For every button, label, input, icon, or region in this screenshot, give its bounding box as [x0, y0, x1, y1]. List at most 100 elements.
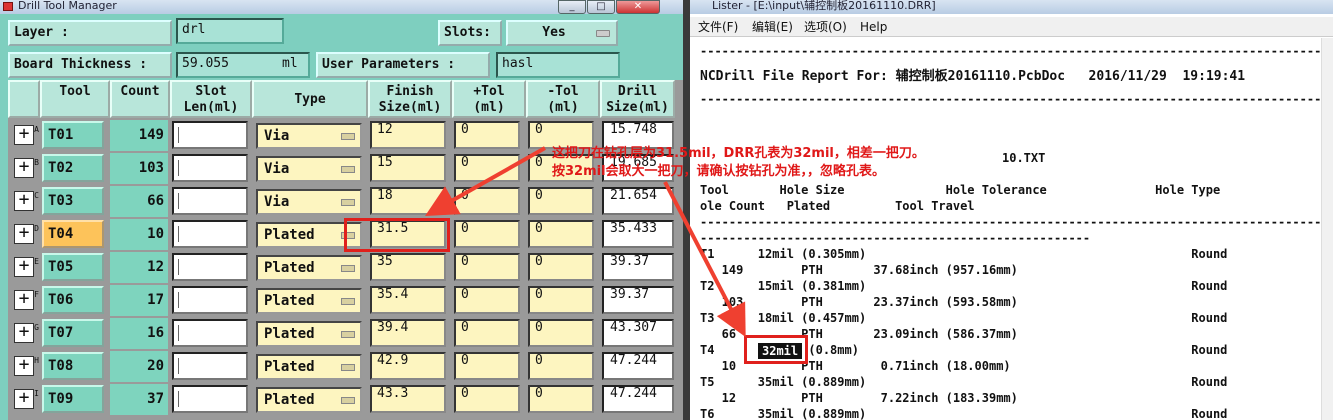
tool-button[interactable]: T05: [42, 253, 104, 281]
slot-length-input[interactable]: [172, 121, 248, 149]
plus-tol-input[interactable]: 0: [454, 220, 520, 248]
type-dropdown[interactable]: Via: [256, 123, 362, 149]
drill-size-field[interactable]: 39.37: [602, 286, 674, 314]
slot-column-header[interactable]: Slot Len(ml): [170, 80, 252, 118]
plus-tol-input[interactable]: 0: [454, 253, 520, 281]
drill-size-field[interactable]: 47.244: [602, 352, 674, 380]
tool-column-header[interactable]: Tool: [40, 80, 110, 118]
highlight-box-lister: [744, 335, 808, 364]
slot-length-input[interactable]: [172, 352, 248, 380]
minus-tol-input[interactable]: 0: [528, 352, 594, 380]
slot-length-input[interactable]: [172, 385, 248, 413]
minus-tol-input[interactable]: 0: [528, 220, 594, 248]
report-entry-line: T2 15mil (0.381mm) Round: [700, 279, 1228, 293]
plus-tol-input[interactable]: 0: [454, 286, 520, 314]
type-value: Via: [264, 194, 290, 210]
tool-button[interactable]: T03: [42, 187, 104, 215]
plus-tol-input[interactable]: 0: [454, 319, 520, 347]
drill-size-field[interactable]: 47.244: [602, 385, 674, 413]
layer-field[interactable]: drl: [176, 18, 284, 44]
minus-tol-input[interactable]: 0: [528, 319, 594, 347]
menu-help[interactable]: Help: [860, 17, 887, 37]
type-dropdown[interactable]: Plated: [256, 288, 362, 314]
expand-row-icon[interactable]: + D: [14, 224, 39, 244]
minus-tol-input[interactable]: 0: [528, 187, 594, 215]
app-icon: [3, 2, 13, 11]
minimize-button[interactable]: _: [558, 0, 586, 14]
type-dropdown[interactable]: Plated: [256, 255, 362, 281]
tool-button[interactable]: T04: [42, 220, 104, 248]
tool-button[interactable]: T08: [42, 352, 104, 380]
slot-length-input[interactable]: [172, 319, 248, 347]
drill-size-field[interactable]: 43.307: [602, 319, 674, 347]
minus-tol-input[interactable]: 0: [528, 253, 594, 281]
thickness-field[interactable]: 59.055 ml: [176, 52, 310, 78]
menu-edit[interactable]: 编辑(E): [752, 17, 793, 37]
finish-column-header[interactable]: Finish Size(ml): [368, 80, 452, 118]
plus-tol-input[interactable]: 0: [454, 385, 520, 413]
drill-size-field[interactable]: 21.654: [602, 187, 674, 215]
tool-button[interactable]: T09: [42, 385, 104, 413]
slot-length-input[interactable]: [172, 187, 248, 215]
tool-button[interactable]: T07: [42, 319, 104, 347]
drill-size-field[interactable]: 39.37: [602, 253, 674, 281]
finish-size-input[interactable]: 18: [370, 187, 446, 215]
expand-row-icon[interactable]: + C: [14, 191, 39, 211]
menu-file[interactable]: 文件(F): [698, 17, 738, 37]
expand-row-icon[interactable]: + B: [14, 158, 39, 178]
minus-tol-input[interactable]: 0: [528, 286, 594, 314]
drill-size-field[interactable]: 35.433: [602, 220, 674, 248]
finish-size-input[interactable]: 12: [370, 121, 446, 149]
count-cell: 149: [110, 120, 168, 151]
mtol-column-header[interactable]: -Tol (ml): [526, 80, 600, 118]
type-dropdown[interactable]: Via: [256, 189, 362, 215]
count-column-header[interactable]: Count: [110, 80, 170, 118]
expand-row-icon[interactable]: + H: [14, 356, 39, 376]
drill-column-header[interactable]: Drill Size(ml): [600, 80, 675, 118]
report-entry-detail: 12 PTH 7.22inch (183.39mm): [700, 391, 1018, 405]
type-column-header[interactable]: Type: [252, 80, 368, 118]
finish-size-input[interactable]: 39.4: [370, 319, 446, 347]
slot-length-input[interactable]: [172, 220, 248, 248]
userparam-field[interactable]: hasl: [496, 52, 620, 78]
tool-button[interactable]: T02: [42, 154, 104, 182]
minus-tol-input[interactable]: 0: [528, 385, 594, 413]
type-dropdown[interactable]: Plated: [256, 387, 362, 413]
lister-window: Lister - [E:\input\辅控制板20161110.DRR] 文件(…: [690, 0, 1333, 420]
slot-length-input[interactable]: [172, 253, 248, 281]
expand-row-icon[interactable]: + I: [14, 389, 39, 409]
expand-row-icon[interactable]: + G: [14, 323, 39, 343]
finish-size-input[interactable]: 43.3: [370, 385, 446, 413]
expand-row-icon[interactable]: + F: [14, 290, 39, 310]
ptol-header-text: +Tol: [473, 84, 505, 99]
slot-length-input[interactable]: [172, 286, 248, 314]
expand-row-icon[interactable]: + A: [14, 125, 39, 145]
expand-row-icon[interactable]: + E: [14, 257, 39, 277]
finish-size-input[interactable]: 35: [370, 253, 446, 281]
slots-dropdown[interactable]: Yes: [506, 20, 618, 46]
plus-tol-input[interactable]: 0: [454, 154, 520, 182]
maximize-button[interactable]: □: [587, 0, 615, 14]
plus-tol-input[interactable]: 0: [454, 187, 520, 215]
close-button[interactable]: ✕: [616, 0, 660, 14]
tool-button[interactable]: T01: [42, 121, 104, 149]
ptol-column-header[interactable]: +Tol (ml): [452, 80, 526, 118]
menu-options[interactable]: 选项(O): [804, 17, 847, 37]
type-dropdown[interactable]: Plated: [256, 354, 362, 380]
slot-length-input[interactable]: [172, 154, 248, 182]
dropdown-arrow-icon: [341, 265, 355, 272]
plus-tol-input[interactable]: 0: [454, 352, 520, 380]
finish-size-input[interactable]: 15: [370, 154, 446, 182]
type-dropdown[interactable]: Via: [256, 156, 362, 182]
finish-size-input[interactable]: 42.9: [370, 352, 446, 380]
plus-tol-input[interactable]: 0: [454, 121, 520, 149]
tool-button[interactable]: T06: [42, 286, 104, 314]
report-divider: ----------------------------------------…: [700, 215, 1333, 229]
type-value: Plated: [264, 392, 315, 408]
vertical-scrollbar[interactable]: [1321, 38, 1333, 420]
finish-size-input[interactable]: 35.4: [370, 286, 446, 314]
dropdown-arrow-icon: [341, 199, 355, 206]
type-dropdown[interactable]: Plated: [256, 321, 362, 347]
type-header-text: Type: [294, 92, 326, 107]
report-entry-line: T6 35mil (0.889mm) Round: [700, 407, 1228, 420]
